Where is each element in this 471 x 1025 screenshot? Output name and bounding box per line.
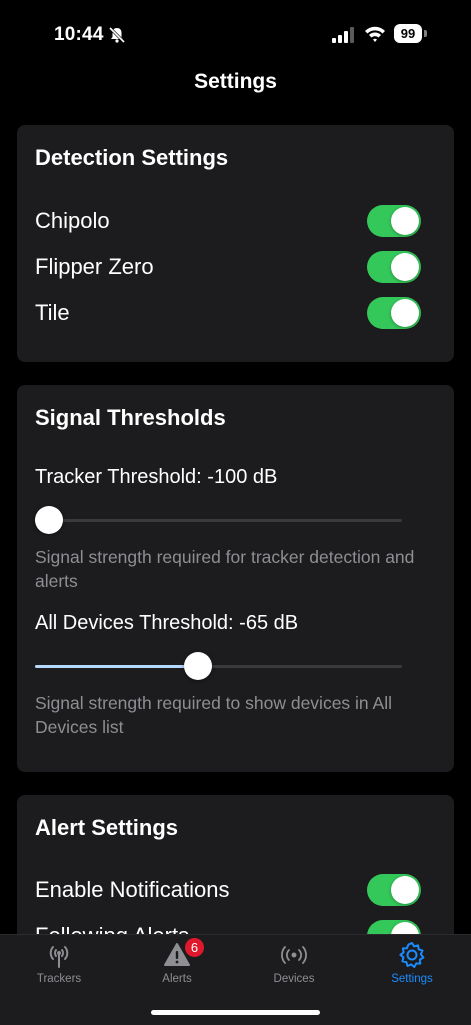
alerts-badge: 6 [185,938,204,957]
toggle-label: Flipper Zero [35,254,154,279]
detection-settings-title: Detection Settings [35,145,229,170]
tab-label: Trackers [36,973,82,985]
tab-label: Settings [391,973,433,985]
all-devices-threshold-slider[interactable] [35,651,402,681]
status-time: 10:44 [54,24,104,45]
tab-trackers[interactable]: Trackers [0,935,118,995]
flipper-zero-toggle[interactable] [367,251,421,283]
battery-level: 99 [394,24,422,43]
slider-thumb[interactable] [35,506,63,534]
cellular-signal-icon [332,27,354,43]
tile-toggle[interactable] [367,297,421,329]
chipolo-toggle[interactable] [367,205,421,237]
tab-alerts[interactable]: 6 Alerts [118,935,236,995]
toggle-label: Chipolo [35,208,110,233]
tab-settings[interactable]: Settings [353,935,471,995]
antenna-icon [49,946,69,968]
gear-icon [399,942,425,968]
all-devices-threshold-help: Signal strength required to show devices… [35,693,393,737]
bell-muted-icon [108,26,126,44]
toggle-row-flipper-zero: Flipper Zero [35,250,421,284]
toggle-label: Tile [35,300,70,325]
toggle-row-chipolo: Chipolo [35,204,421,238]
broadcast-icon [281,946,307,964]
tab-label: Alerts [162,973,192,985]
enable-notifications-toggle[interactable] [367,874,421,906]
alert-settings-title: Alert Settings [35,815,179,840]
tab-devices[interactable]: Devices [235,935,353,995]
slider-thumb[interactable] [184,652,213,680]
toggle-label: Enable Notifications [35,877,230,902]
tracker-threshold-help: Signal strength required for tracker det… [35,547,415,591]
battery-indicator: 99 [394,24,428,44]
tab-label: Devices [273,973,315,985]
home-indicator [151,1010,320,1015]
wifi-icon [365,26,385,42]
tracker-threshold-slider[interactable] [35,505,402,535]
toggle-row-tile: Tile [35,296,421,330]
signal-thresholds-title: Signal Thresholds [35,405,226,430]
toggle-row-enable-notifications: Enable Notifications [35,873,421,907]
all-devices-threshold-label: All Devices Threshold: -65 dB [35,612,299,634]
page-title: Settings [194,70,277,93]
status-bar: 10:44 99 [0,0,471,60]
tracker-threshold-label: Tracker Threshold: -100 dB [35,466,278,488]
